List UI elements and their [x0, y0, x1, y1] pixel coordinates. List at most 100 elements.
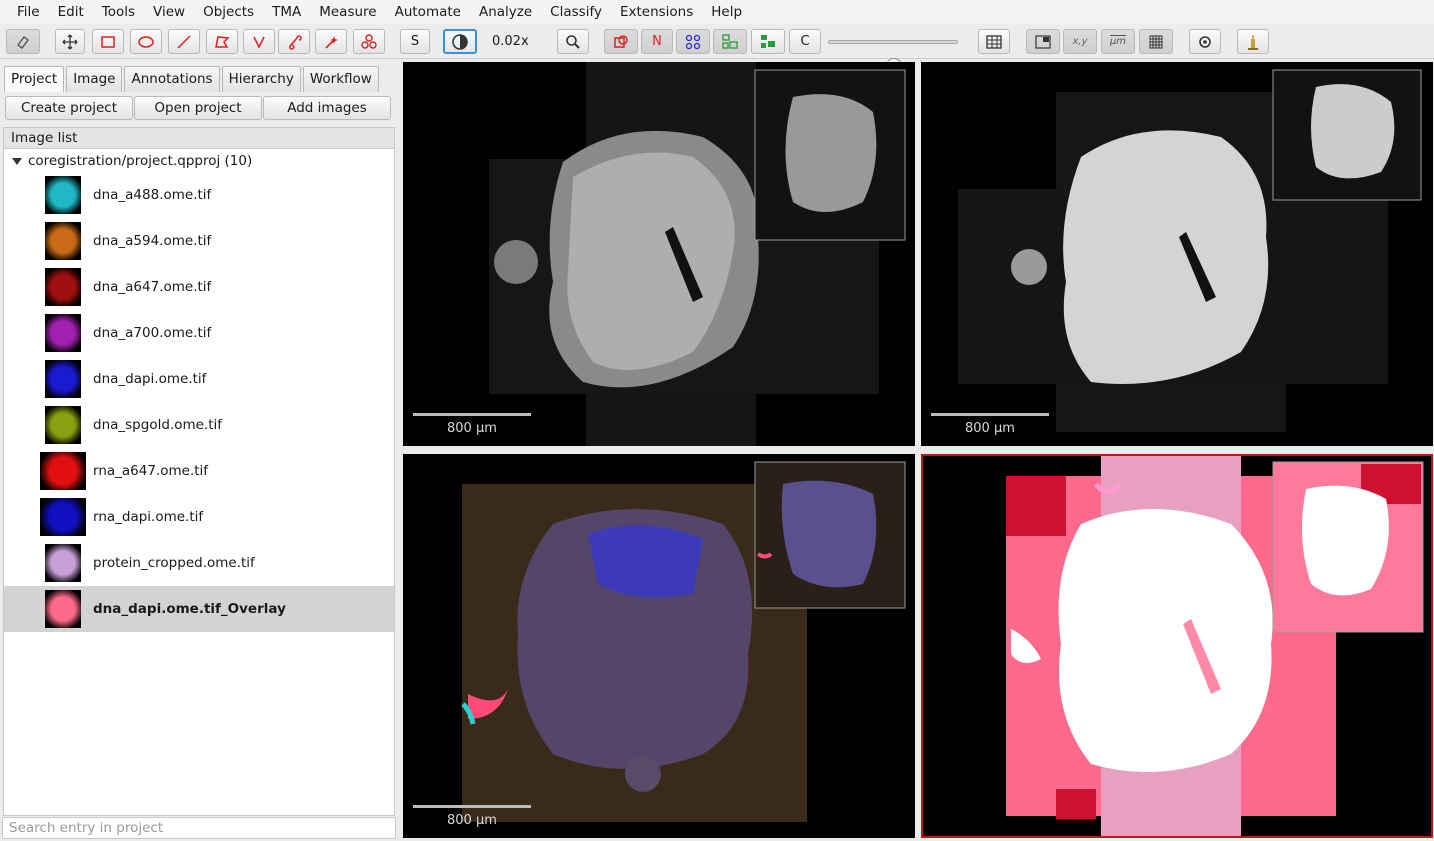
zoom-to-fit-button[interactable]	[557, 29, 589, 54]
brightness-contrast-button[interactable]	[443, 29, 477, 54]
hand-icon	[17, 35, 29, 49]
menu-automate[interactable]: Automate	[386, 0, 470, 24]
viewer-top-right[interactable]: 800 µm	[921, 62, 1433, 446]
image-thumbnail	[45, 314, 81, 352]
opacity-slider-track[interactable]	[828, 40, 958, 44]
rectangle-tool-button[interactable]	[92, 29, 124, 54]
menu-tma[interactable]: TMA	[263, 0, 310, 24]
image-list-item[interactable]: dna_a594.ome.tif	[4, 218, 394, 264]
preferences-button[interactable]	[1189, 29, 1221, 54]
menu-help[interactable]: Help	[702, 0, 751, 24]
image-list-item[interactable]: rna_dapi.ome.tif	[4, 494, 394, 540]
image-thumbnail	[45, 268, 81, 306]
open-project-button[interactable]: Open project	[134, 96, 262, 120]
wand-icon	[325, 35, 338, 49]
menu-measure[interactable]: Measure	[310, 0, 385, 24]
panel-tabs: Project Image Annotations Hierarchy Workflow	[4, 66, 381, 92]
overview-icon	[1035, 34, 1051, 49]
polyline-tool-button[interactable]	[243, 29, 275, 54]
image-list-item[interactable]: dna_spgold.ome.tif	[4, 402, 394, 448]
scale-label: 800 µm	[447, 421, 497, 436]
project-buttons: Create project Open project Add images	[5, 96, 392, 120]
image-thumbnail	[45, 176, 81, 214]
image-list-item[interactable]: dna_a488.ome.tif	[4, 172, 394, 218]
menu-classify[interactable]: Classify	[541, 0, 611, 24]
polygon-tool-button[interactable]	[206, 29, 238, 54]
image-list-item[interactable]: rna_a647.ome.tif	[4, 448, 394, 494]
show-tma-grid-button[interactable]	[676, 29, 710, 54]
polyline-icon	[253, 36, 265, 49]
show-connections-button[interactable]: C	[789, 29, 821, 54]
menu-edit[interactable]: Edit	[49, 0, 93, 24]
menu-view[interactable]: View	[144, 0, 194, 24]
show-location-button[interactable]: x,y	[1063, 29, 1097, 54]
measurement-table-button[interactable]	[978, 29, 1010, 54]
polygon-icon	[215, 35, 230, 48]
show-names-button[interactable]: N	[641, 29, 673, 54]
project-tree-root[interactable]: coregistration/project.qpproj (10)	[12, 153, 252, 169]
tab-workflow[interactable]: Workflow	[302, 66, 379, 92]
selection-mode-label: S	[410, 34, 420, 49]
image-list-item[interactable]: protein_cropped.ome.tif	[4, 540, 394, 586]
tissue-image-dna-dapi-overlay	[1006, 454, 1424, 838]
menu-extensions[interactable]: Extensions	[611, 0, 702, 24]
points-tool-button[interactable]	[353, 29, 385, 54]
show-scalebar-button[interactable]: μm	[1101, 29, 1135, 54]
image-thumbnail	[45, 544, 81, 582]
brush-tool-button[interactable]	[278, 29, 310, 54]
connections-label: C	[800, 34, 810, 49]
scale-bar	[413, 413, 531, 416]
image-name: protein_cropped.ome.tif	[93, 555, 255, 571]
pan-tool-button[interactable]	[55, 29, 85, 54]
toolbar: S 0.02x N C x,y μm	[0, 24, 1434, 74]
tissue-image-protein-overlay	[461, 461, 906, 822]
move-tool-button[interactable]	[6, 29, 40, 54]
show-detections-button[interactable]	[713, 29, 747, 54]
tab-hierarchy[interactable]: Hierarchy	[221, 66, 301, 92]
wand-tool-button[interactable]	[315, 29, 347, 54]
tab-image[interactable]: Image	[66, 66, 123, 92]
search-input[interactable]: Search entry in project	[2, 817, 396, 839]
show-grid-button[interactable]	[1139, 29, 1173, 54]
image-list[interactable]: coregistration/project.qpproj (10) dna_a…	[3, 149, 395, 816]
viewer-top-left[interactable]: 800 µm	[403, 62, 915, 446]
scalebar-label: μm	[1109, 36, 1127, 47]
image-thumbnail	[45, 222, 81, 260]
viewer-bottom-left[interactable]: 800 µm	[403, 454, 915, 838]
contrast-icon	[452, 33, 468, 50]
viewer-bottom-right-active[interactable]	[921, 454, 1433, 838]
tab-project[interactable]: Project	[4, 66, 65, 92]
add-images-button[interactable]: Add images	[263, 96, 391, 120]
rectangle-icon	[101, 35, 115, 48]
show-overview-button[interactable]	[1026, 29, 1060, 54]
tab-annotations[interactable]: Annotations	[124, 66, 220, 92]
project-panel: Project Image Annotations Hierarchy Workflow…	[0, 60, 398, 841]
scale-bar	[413, 805, 531, 808]
fill-detections-button[interactable]	[751, 29, 785, 54]
image-name: dna_a488.ome.tif	[93, 187, 212, 203]
annotations-icon	[614, 34, 628, 48]
menu-tools[interactable]: Tools	[93, 0, 144, 24]
image-name: dna_a594.ome.tif	[93, 233, 212, 249]
scale-bar	[931, 413, 1049, 416]
log-button[interactable]	[1237, 29, 1269, 54]
image-name: dna_a647.ome.tif	[93, 279, 212, 295]
menu-objects[interactable]: Objects	[194, 0, 263, 24]
image-thumbnail	[40, 498, 86, 536]
line-tool-button[interactable]	[168, 29, 200, 54]
image-list-item[interactable]: dna_dapi.ome.tif_Overlay	[4, 586, 394, 632]
image-list-item[interactable]: dna_a700.ome.tif	[4, 310, 394, 356]
image-thumbnail	[45, 406, 81, 444]
expand-triangle-icon[interactable]	[12, 157, 22, 165]
ellipse-tool-button[interactable]	[130, 29, 162, 54]
show-annotations-button[interactable]	[604, 29, 638, 54]
selection-mode-button[interactable]: S	[400, 29, 430, 54]
menu-file[interactable]: File	[8, 0, 49, 24]
gear-icon	[1199, 35, 1211, 48]
image-list-item[interactable]: dna_dapi.ome.tif	[4, 356, 394, 402]
image-name: dna_a700.ome.tif	[93, 325, 212, 341]
create-project-button[interactable]: Create project	[5, 96, 133, 120]
menu-analyze[interactable]: Analyze	[470, 0, 541, 24]
candle-icon	[1248, 34, 1258, 50]
image-list-item[interactable]: dna_a647.ome.tif	[4, 264, 394, 310]
